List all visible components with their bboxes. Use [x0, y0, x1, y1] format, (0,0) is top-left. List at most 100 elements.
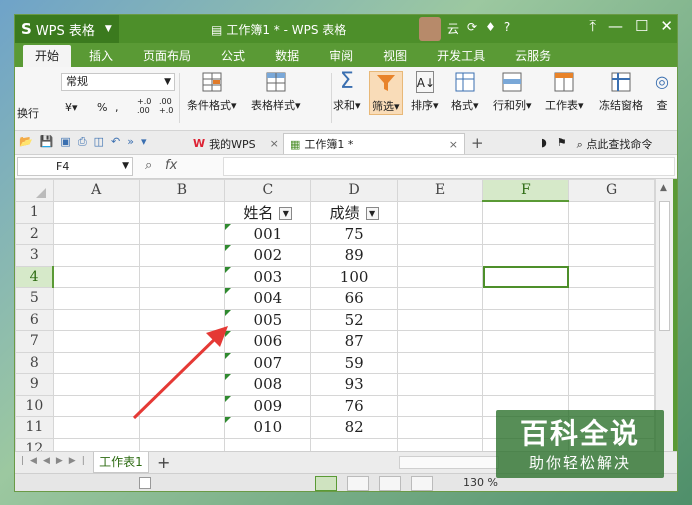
cell[interactable]: 82: [310, 416, 398, 439]
cell[interactable]: 010: [224, 416, 312, 439]
formula-input[interactable]: [223, 157, 675, 176]
row-header[interactable]: 9: [15, 373, 54, 396]
horizontal-scrollbar[interactable]: [399, 456, 499, 469]
pdf-icon[interactable]: ▣: [60, 135, 70, 149]
cell[interactable]: [482, 200, 570, 224]
worksheet-button[interactable]: 工作表▾: [545, 71, 584, 113]
freeze-panes-button[interactable]: 冻结窗格: [599, 71, 643, 113]
wrap-text-button[interactable]: 换行: [17, 105, 39, 121]
currency-icon[interactable]: ¥▾: [65, 101, 78, 114]
row-header[interactable]: 2: [15, 222, 54, 245]
minimize-icon[interactable]: —: [608, 17, 623, 35]
print-icon[interactable]: ⎙: [78, 135, 87, 149]
sheet-tab[interactable]: 工作表1: [93, 452, 149, 473]
cell[interactable]: [52, 244, 140, 267]
conditional-format-button[interactable]: 条件格式▾: [187, 71, 237, 113]
column-header[interactable]: A: [52, 179, 140, 202]
save-icon[interactable]: 💾: [40, 135, 54, 149]
sheet-nav-arrows-icon[interactable]: |◀◀▶▶|: [21, 456, 91, 466]
cell[interactable]: [52, 416, 140, 439]
sum-button[interactable]: Σ 求和▾: [333, 71, 361, 113]
cloud-label[interactable]: 云: [447, 20, 459, 37]
cell[interactable]: [138, 330, 226, 353]
undo-icon[interactable]: ↶: [111, 135, 120, 149]
table-style-button[interactable]: 表格样式▾: [251, 71, 301, 113]
row-header[interactable]: 12: [15, 437, 54, 451]
side-panel-handle[interactable]: [673, 179, 677, 451]
increase-decimal-icon[interactable]: +.0.00: [137, 97, 151, 115]
cell[interactable]: [482, 308, 570, 331]
macro-record-icon[interactable]: [139, 477, 151, 489]
cell[interactable]: [138, 437, 226, 451]
select-all-corner[interactable]: [15, 179, 54, 202]
tab-view[interactable]: 视图: [371, 45, 419, 67]
maximize-icon[interactable]: ☐: [635, 17, 648, 35]
sync-icon[interactable]: ⟳: [467, 20, 477, 37]
cell[interactable]: [568, 222, 655, 245]
cell[interactable]: [138, 308, 226, 331]
cell[interactable]: [482, 351, 570, 374]
workbook-tab[interactable]: ▦ 工作簿1 * ×: [283, 133, 465, 154]
cell[interactable]: 006: [224, 330, 312, 353]
decrease-decimal-icon[interactable]: .00 +.0: [159, 97, 173, 115]
cell[interactable]: [138, 244, 226, 267]
cell[interactable]: [568, 244, 655, 267]
zoom-level[interactable]: 130 %: [463, 476, 498, 489]
cell[interactable]: 87: [310, 330, 398, 353]
flag-icon[interactable]: ⚑: [557, 136, 567, 152]
cell[interactable]: [568, 287, 655, 310]
cell[interactable]: 007: [224, 351, 312, 374]
sort-button[interactable]: A↓ 排序▾: [411, 71, 439, 113]
page-break-view-icon[interactable]: [347, 476, 369, 491]
table-row[interactable]: 姓名 ▼: [224, 200, 312, 224]
cell[interactable]: [138, 416, 226, 439]
cell[interactable]: [482, 244, 570, 267]
cell[interactable]: [482, 222, 570, 245]
tab-insert[interactable]: 插入: [77, 45, 125, 67]
open-icon[interactable]: 📂: [19, 135, 33, 149]
cell[interactable]: [396, 308, 484, 331]
search-command[interactable]: ⌕ 点此查找命令: [577, 136, 653, 152]
avatar[interactable]: [419, 17, 441, 41]
filter-dropdown-icon[interactable]: ▼: [365, 207, 379, 220]
row-header[interactable]: 4: [15, 265, 55, 288]
cell[interactable]: [482, 287, 570, 310]
cell[interactable]: [396, 222, 484, 245]
scroll-up-icon[interactable]: ▲: [660, 183, 667, 193]
filter-dropdown-icon[interactable]: ▼: [279, 207, 293, 220]
cell[interactable]: [568, 265, 655, 288]
cell[interactable]: 89: [310, 244, 398, 267]
fx-icon[interactable]: fx: [165, 158, 177, 173]
cell[interactable]: [482, 330, 570, 353]
cell[interactable]: [52, 265, 140, 288]
name-box[interactable]: F4 ▼: [17, 157, 133, 176]
cell[interactable]: [396, 287, 484, 310]
cell[interactable]: [568, 200, 655, 224]
tab-formulas[interactable]: 公式: [209, 45, 257, 67]
cell[interactable]: [396, 394, 484, 417]
cell[interactable]: 001: [224, 222, 312, 245]
percent-button[interactable]: %: [97, 101, 107, 114]
cell[interactable]: 004: [224, 287, 312, 310]
cell[interactable]: [396, 265, 484, 288]
tab-developer[interactable]: 开发工具: [425, 45, 497, 67]
row-header[interactable]: 6: [15, 308, 54, 331]
customize-icon[interactable]: ▾: [141, 135, 147, 149]
cell[interactable]: [396, 416, 484, 439]
column-header[interactable]: B: [138, 179, 226, 202]
cell[interactable]: [52, 394, 140, 417]
cell[interactable]: [52, 373, 140, 396]
row-header[interactable]: 3: [15, 244, 54, 267]
cell[interactable]: [138, 200, 226, 224]
cell[interactable]: 009: [224, 394, 312, 417]
comma-button[interactable]: ,: [115, 101, 119, 114]
number-format-select[interactable]: 常规 ▼: [61, 73, 175, 91]
cell[interactable]: 002: [224, 244, 312, 267]
cell[interactable]: [138, 222, 226, 245]
cell[interactable]: 75: [310, 222, 398, 245]
wps-menu-button[interactable]: S WPS 表格 ▼: [15, 15, 119, 43]
rows-cols-button[interactable]: 行和列▾: [493, 71, 532, 113]
cell[interactable]: [396, 373, 484, 396]
cell[interactable]: [138, 394, 226, 417]
cell[interactable]: [568, 351, 655, 374]
